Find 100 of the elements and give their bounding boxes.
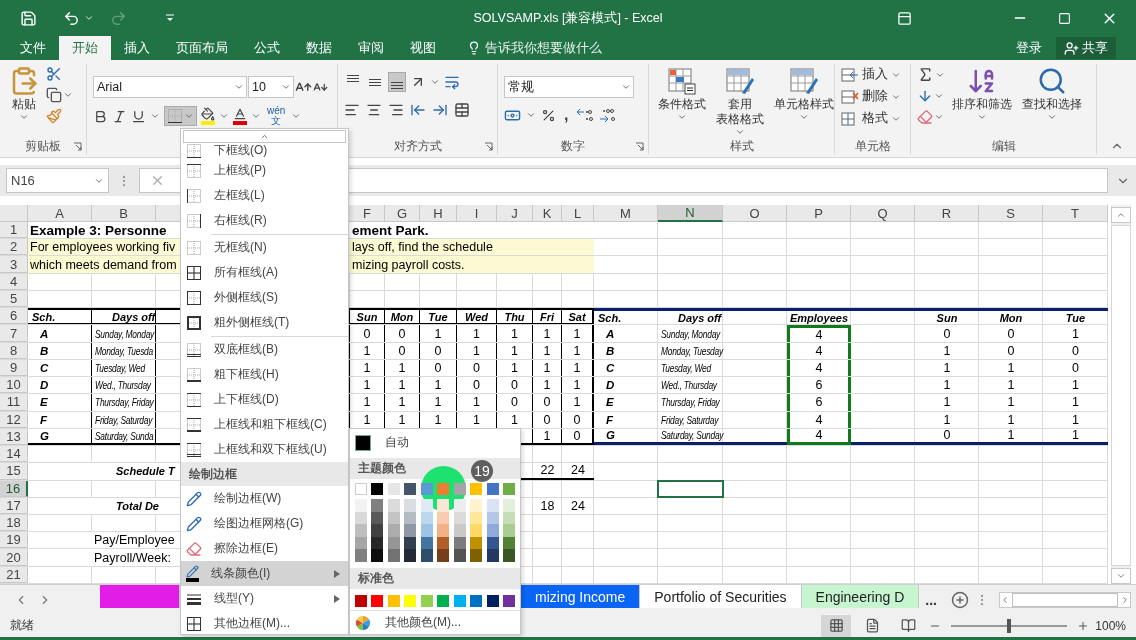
more-colors-option[interactable]: 其他颜色(M)... bbox=[350, 610, 520, 634]
menu-item[interactable]: 左框线(L) bbox=[181, 183, 348, 208]
menu-item[interactable]: 无框线(N) bbox=[181, 235, 348, 260]
row-header[interactable]: 7 bbox=[0, 325, 28, 342]
comma-style-button[interactable]: , bbox=[561, 106, 572, 124]
font-size-select[interactable]: 10 bbox=[248, 76, 294, 98]
row-header[interactable]: 1 bbox=[0, 222, 28, 239]
column-header[interactable]: P bbox=[787, 205, 851, 222]
editing-button[interactable]: 排序和筛选 bbox=[949, 66, 1015, 137]
menu-item[interactable]: 下框线(O) bbox=[181, 143, 348, 158]
column-header[interactable]: H bbox=[420, 205, 457, 222]
sign-in-link[interactable]: 登录 bbox=[1010, 38, 1048, 58]
cell-value: E bbox=[606, 396, 614, 409]
number-format-select[interactable]: 常规 bbox=[504, 76, 634, 98]
menu-item[interactable]: 粗下框线(H) bbox=[181, 362, 348, 387]
font-select[interactable]: Arial bbox=[93, 76, 247, 98]
ribbon-tab[interactable]: 插入 bbox=[111, 36, 163, 60]
ribbon-tab[interactable]: 页面布局 bbox=[163, 36, 241, 60]
column-header[interactable]: F bbox=[350, 205, 385, 222]
ribbon-tab[interactable]: 开始 bbox=[59, 36, 111, 60]
cell-value: 4 bbox=[815, 328, 823, 343]
row-header[interactable]: 19 bbox=[0, 532, 28, 549]
style-button[interactable]: 套用 表格格式 bbox=[713, 66, 767, 137]
cell-value: 0 bbox=[473, 378, 480, 393]
cell-value: 0 bbox=[398, 326, 406, 341]
column-header[interactable]: J bbox=[497, 205, 533, 222]
cell-value: 4 bbox=[815, 412, 823, 427]
column-header[interactable]: L bbox=[562, 205, 594, 222]
menu-item[interactable]: 粗外侧框线(T) bbox=[181, 310, 348, 335]
menu-item[interactable]: 双底框线(B) bbox=[181, 337, 348, 362]
menu-item[interactable]: 绘制边框(W) bbox=[181, 486, 348, 511]
column-header[interactable]: A bbox=[28, 205, 92, 222]
cells-menu-button[interactable]: 格式 bbox=[841, 110, 901, 127]
row-header[interactable]: 18 bbox=[0, 515, 28, 532]
ribbon-tab[interactable]: 公式 bbox=[241, 36, 293, 60]
row-header[interactable]: 6 bbox=[0, 308, 28, 325]
cell-value: F bbox=[40, 413, 48, 426]
cell-value: C bbox=[40, 362, 49, 374]
ribbon-tab[interactable]: 视图 bbox=[397, 36, 449, 60]
sheet-tab[interactable]: mizing Income bbox=[521, 585, 641, 608]
column-header[interactable]: T bbox=[1043, 205, 1108, 222]
cell-value: 24 bbox=[571, 498, 585, 513]
more-sheets-button[interactable]: ... bbox=[919, 591, 943, 608]
share-button[interactable]: 共享 bbox=[1056, 37, 1116, 59]
cell-value: 0 bbox=[434, 343, 442, 358]
menu-item[interactable]: 线条颜色(I) bbox=[181, 561, 348, 586]
column-header[interactable]: Q bbox=[851, 205, 915, 222]
menu-item[interactable]: 上框线和双下框线(U) bbox=[181, 437, 348, 462]
menu-item[interactable]: 绘图边框网格(G) bbox=[181, 511, 348, 536]
column-header[interactable]: M bbox=[594, 205, 658, 222]
cell-value: 22 bbox=[540, 463, 555, 478]
menu-item[interactable]: 所有框线(A) bbox=[181, 260, 348, 285]
ribbon-tab[interactable]: 数据 bbox=[293, 36, 345, 60]
row-header[interactable]: 3 bbox=[0, 256, 28, 273]
row-header[interactable]: 11 bbox=[0, 394, 28, 411]
cell-value: Wed., Thursday bbox=[95, 379, 152, 392]
column-header[interactable]: G bbox=[385, 205, 420, 222]
style-button[interactable]: 条件格式 bbox=[655, 66, 709, 137]
ribbon-tab[interactable]: 文件 bbox=[7, 36, 59, 60]
row-header[interactable]: 20 bbox=[0, 549, 28, 566]
column-header[interactable]: I bbox=[457, 205, 497, 222]
row-header[interactable]: 14 bbox=[0, 446, 28, 463]
group-label: 剪贴板 bbox=[25, 137, 61, 155]
tell-me-search[interactable]: 告诉我你想要做什么 bbox=[461, 36, 608, 60]
column-label: Sat bbox=[568, 310, 586, 323]
phonetic-button[interactable]: wén 文 bbox=[265, 106, 288, 126]
menu-item[interactable]: 上框线和粗下框线(C) bbox=[181, 412, 348, 437]
menu-item[interactable]: 上框线(P) bbox=[181, 158, 348, 183]
name-box[interactable]: N16 bbox=[6, 168, 109, 193]
menu-item[interactable]: 线型(Y) bbox=[181, 586, 348, 611]
menu-item[interactable]: 外侧框线(S) bbox=[181, 285, 348, 310]
column-header[interactable]: O bbox=[723, 205, 787, 222]
row-header[interactable]: 15 bbox=[0, 463, 28, 480]
menu-item[interactable]: 擦除边框(E) bbox=[181, 536, 348, 561]
menu-item[interactable]: 上下框线(D) bbox=[181, 387, 348, 412]
row-header[interactable]: 2 bbox=[0, 239, 28, 256]
column-header[interactable]: B bbox=[92, 205, 156, 222]
cell-value: A bbox=[40, 327, 49, 340]
cell-value: 6 bbox=[815, 395, 823, 410]
column-header[interactable]: K bbox=[533, 205, 562, 222]
sheet-tab[interactable]: Engineering D bbox=[801, 585, 920, 608]
column-header[interactable]: N bbox=[658, 205, 723, 222]
cell-value: Wed., Thursday bbox=[661, 379, 718, 392]
row-header[interactable]: 10 bbox=[0, 377, 28, 394]
section-heading: 主题颜色 bbox=[358, 460, 406, 477]
sheet-tab[interactable]: Portfolio of Securities bbox=[640, 585, 802, 608]
ribbon-tab[interactable]: 审阅 bbox=[345, 36, 397, 60]
cells-menu-button[interactable]: 插入 bbox=[841, 66, 901, 83]
cell-value: 0 bbox=[473, 361, 480, 375]
paste-button[interactable]: 粘贴 bbox=[6, 66, 42, 137]
automatic-color-option[interactable]: 自动 bbox=[350, 429, 520, 456]
column-header[interactable]: R bbox=[915, 205, 979, 222]
cells-menu-button[interactable]: 删除 bbox=[841, 88, 901, 105]
column-header[interactable]: S bbox=[979, 205, 1043, 222]
style-button[interactable]: 单元格样式 bbox=[771, 66, 837, 137]
cell-value: 1 bbox=[543, 428, 551, 443]
menu-item[interactable]: 其他边框(M)... bbox=[181, 611, 348, 636]
menu-item[interactable]: 右框线(R) bbox=[181, 208, 348, 233]
editing-button[interactable]: 查找和选择 bbox=[1019, 66, 1085, 137]
cell-value: G bbox=[40, 429, 49, 442]
